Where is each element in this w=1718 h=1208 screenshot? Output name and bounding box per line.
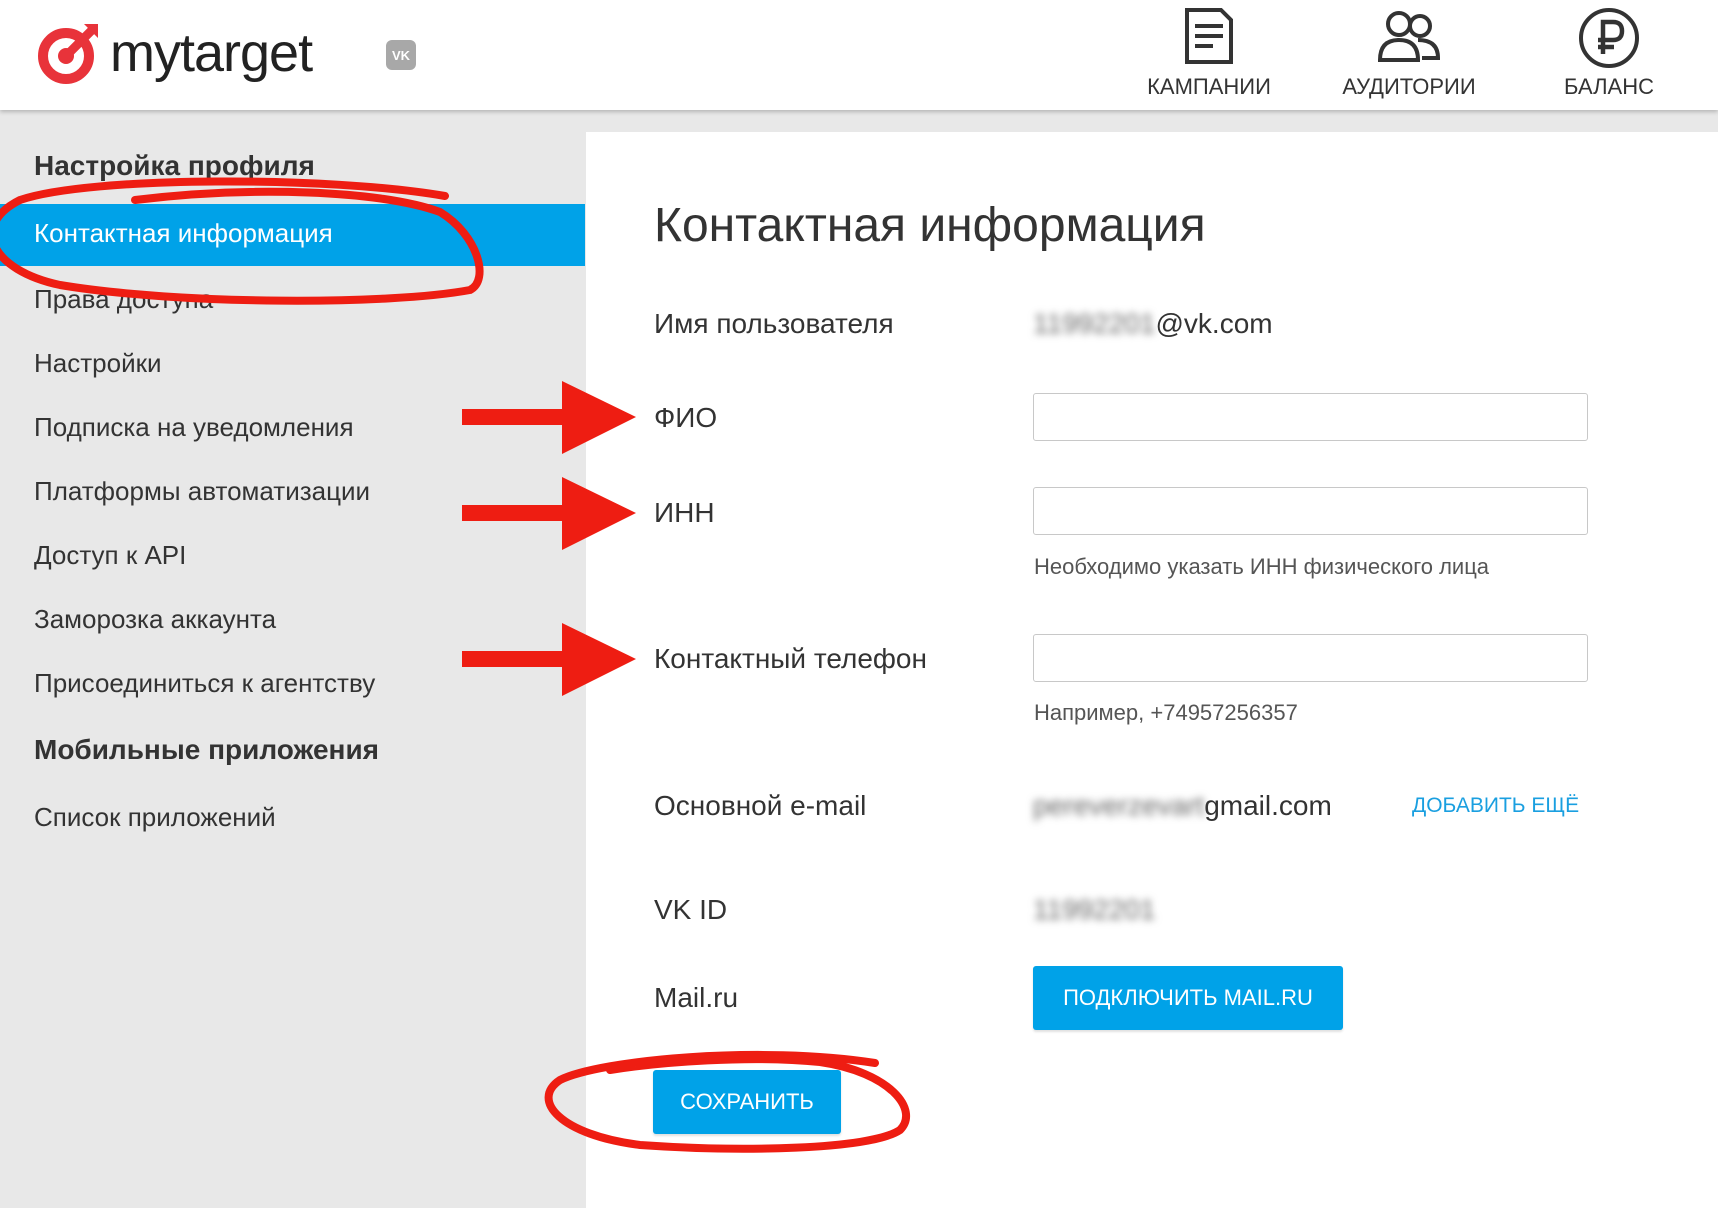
sidebar-item-notifications[interactable]: Подписка на уведомления <box>34 412 354 443</box>
page-title: Контактная информация <box>654 199 1206 252</box>
username-domain: @vk.com <box>1155 308 1273 339</box>
sidebar-item-api-access[interactable]: Доступ к API <box>34 540 186 571</box>
vkid-value: 11992201 <box>1033 894 1156 926</box>
phone-hint: Например, +74957256357 <box>1034 700 1298 725</box>
vkid-blurred: 11992201 <box>1033 894 1156 925</box>
nav-campaigns[interactable]: КАМПАНИИ <box>1124 0 1294 110</box>
phone-input[interactable] <box>1033 634 1588 682</box>
audience-people-icon <box>1377 11 1441 62</box>
sidebar-item-settings[interactable]: Настройки <box>34 348 162 379</box>
nav-audiences-label: АУДИТОРИИ <box>1342 74 1476 99</box>
vkid-label: VK ID <box>654 894 728 925</box>
inn-hint: Необходимо указать ИНН физического лица <box>1034 554 1490 579</box>
logo-text: mytarget <box>110 23 313 83</box>
sidebar-item-contact-info[interactable]: Контактная информация <box>0 204 585 266</box>
email-blurred: pereverzevart <box>1033 790 1205 821</box>
vk-badge-icon: VK <box>386 40 416 70</box>
inn-label: ИНН <box>654 497 715 528</box>
email-domain: gmail.com <box>1204 790 1332 821</box>
top-header: mytarget VK КАМПАНИИ АУДИТОРИИ БАЛАНС <box>0 0 1718 110</box>
mytarget-logo-icon <box>38 24 98 84</box>
sidebar-item-automation[interactable]: Платформы автоматизации <box>34 476 370 507</box>
nav-balance[interactable]: БАЛАНС <box>1524 0 1694 110</box>
sidebar: Настройка профиля Контактная информация … <box>0 110 585 1208</box>
inn-input[interactable] <box>1033 487 1588 535</box>
sidebar-item-join-agency[interactable]: Присоединиться к агентству <box>34 668 375 699</box>
username-label: Имя пользователя <box>654 308 894 339</box>
mytarget-logo[interactable]: mytarget <box>34 18 313 88</box>
email-label: Основной e-mail <box>654 790 867 821</box>
connect-mailru-button[interactable]: ПОДКЛЮЧИТЬ MAIL.RU <box>1033 966 1343 1030</box>
email-value: pereverzevartgmail.com <box>1033 790 1332 822</box>
sidebar-section-mobile: Мобильные приложения <box>34 734 380 765</box>
campaign-document-icon <box>1185 8 1233 64</box>
nav-campaigns-label: КАМПАНИИ <box>1147 74 1271 99</box>
nav-audiences[interactable]: АУДИТОРИИ <box>1324 0 1494 110</box>
sidebar-section-profile: Настройка профиля <box>34 150 315 181</box>
save-button[interactable]: СОХРАНИТЬ <box>653 1070 841 1134</box>
sidebar-item-freeze-account[interactable]: Заморозка аккаунта <box>34 604 276 635</box>
add-email-link[interactable]: ДОБАВИТЬ ЕЩЁ <box>1412 794 1579 818</box>
username-blurred: 11992201 <box>1033 308 1156 339</box>
fio-label: ФИО <box>654 402 718 433</box>
ruble-balance-icon <box>1579 8 1639 68</box>
sidebar-item-label: Контактная информация <box>34 218 333 248</box>
phone-label: Контактный телефон <box>654 643 927 674</box>
nav-balance-label: БАЛАНС <box>1564 74 1654 99</box>
fio-input[interactable] <box>1033 393 1588 441</box>
mailru-label: Mail.ru <box>654 982 739 1013</box>
sidebar-item-app-list[interactable]: Список приложений <box>34 802 276 833</box>
sidebar-item-access-rights[interactable]: Права доступа <box>34 284 213 315</box>
username-value: 11992201@vk.com <box>1033 308 1273 340</box>
